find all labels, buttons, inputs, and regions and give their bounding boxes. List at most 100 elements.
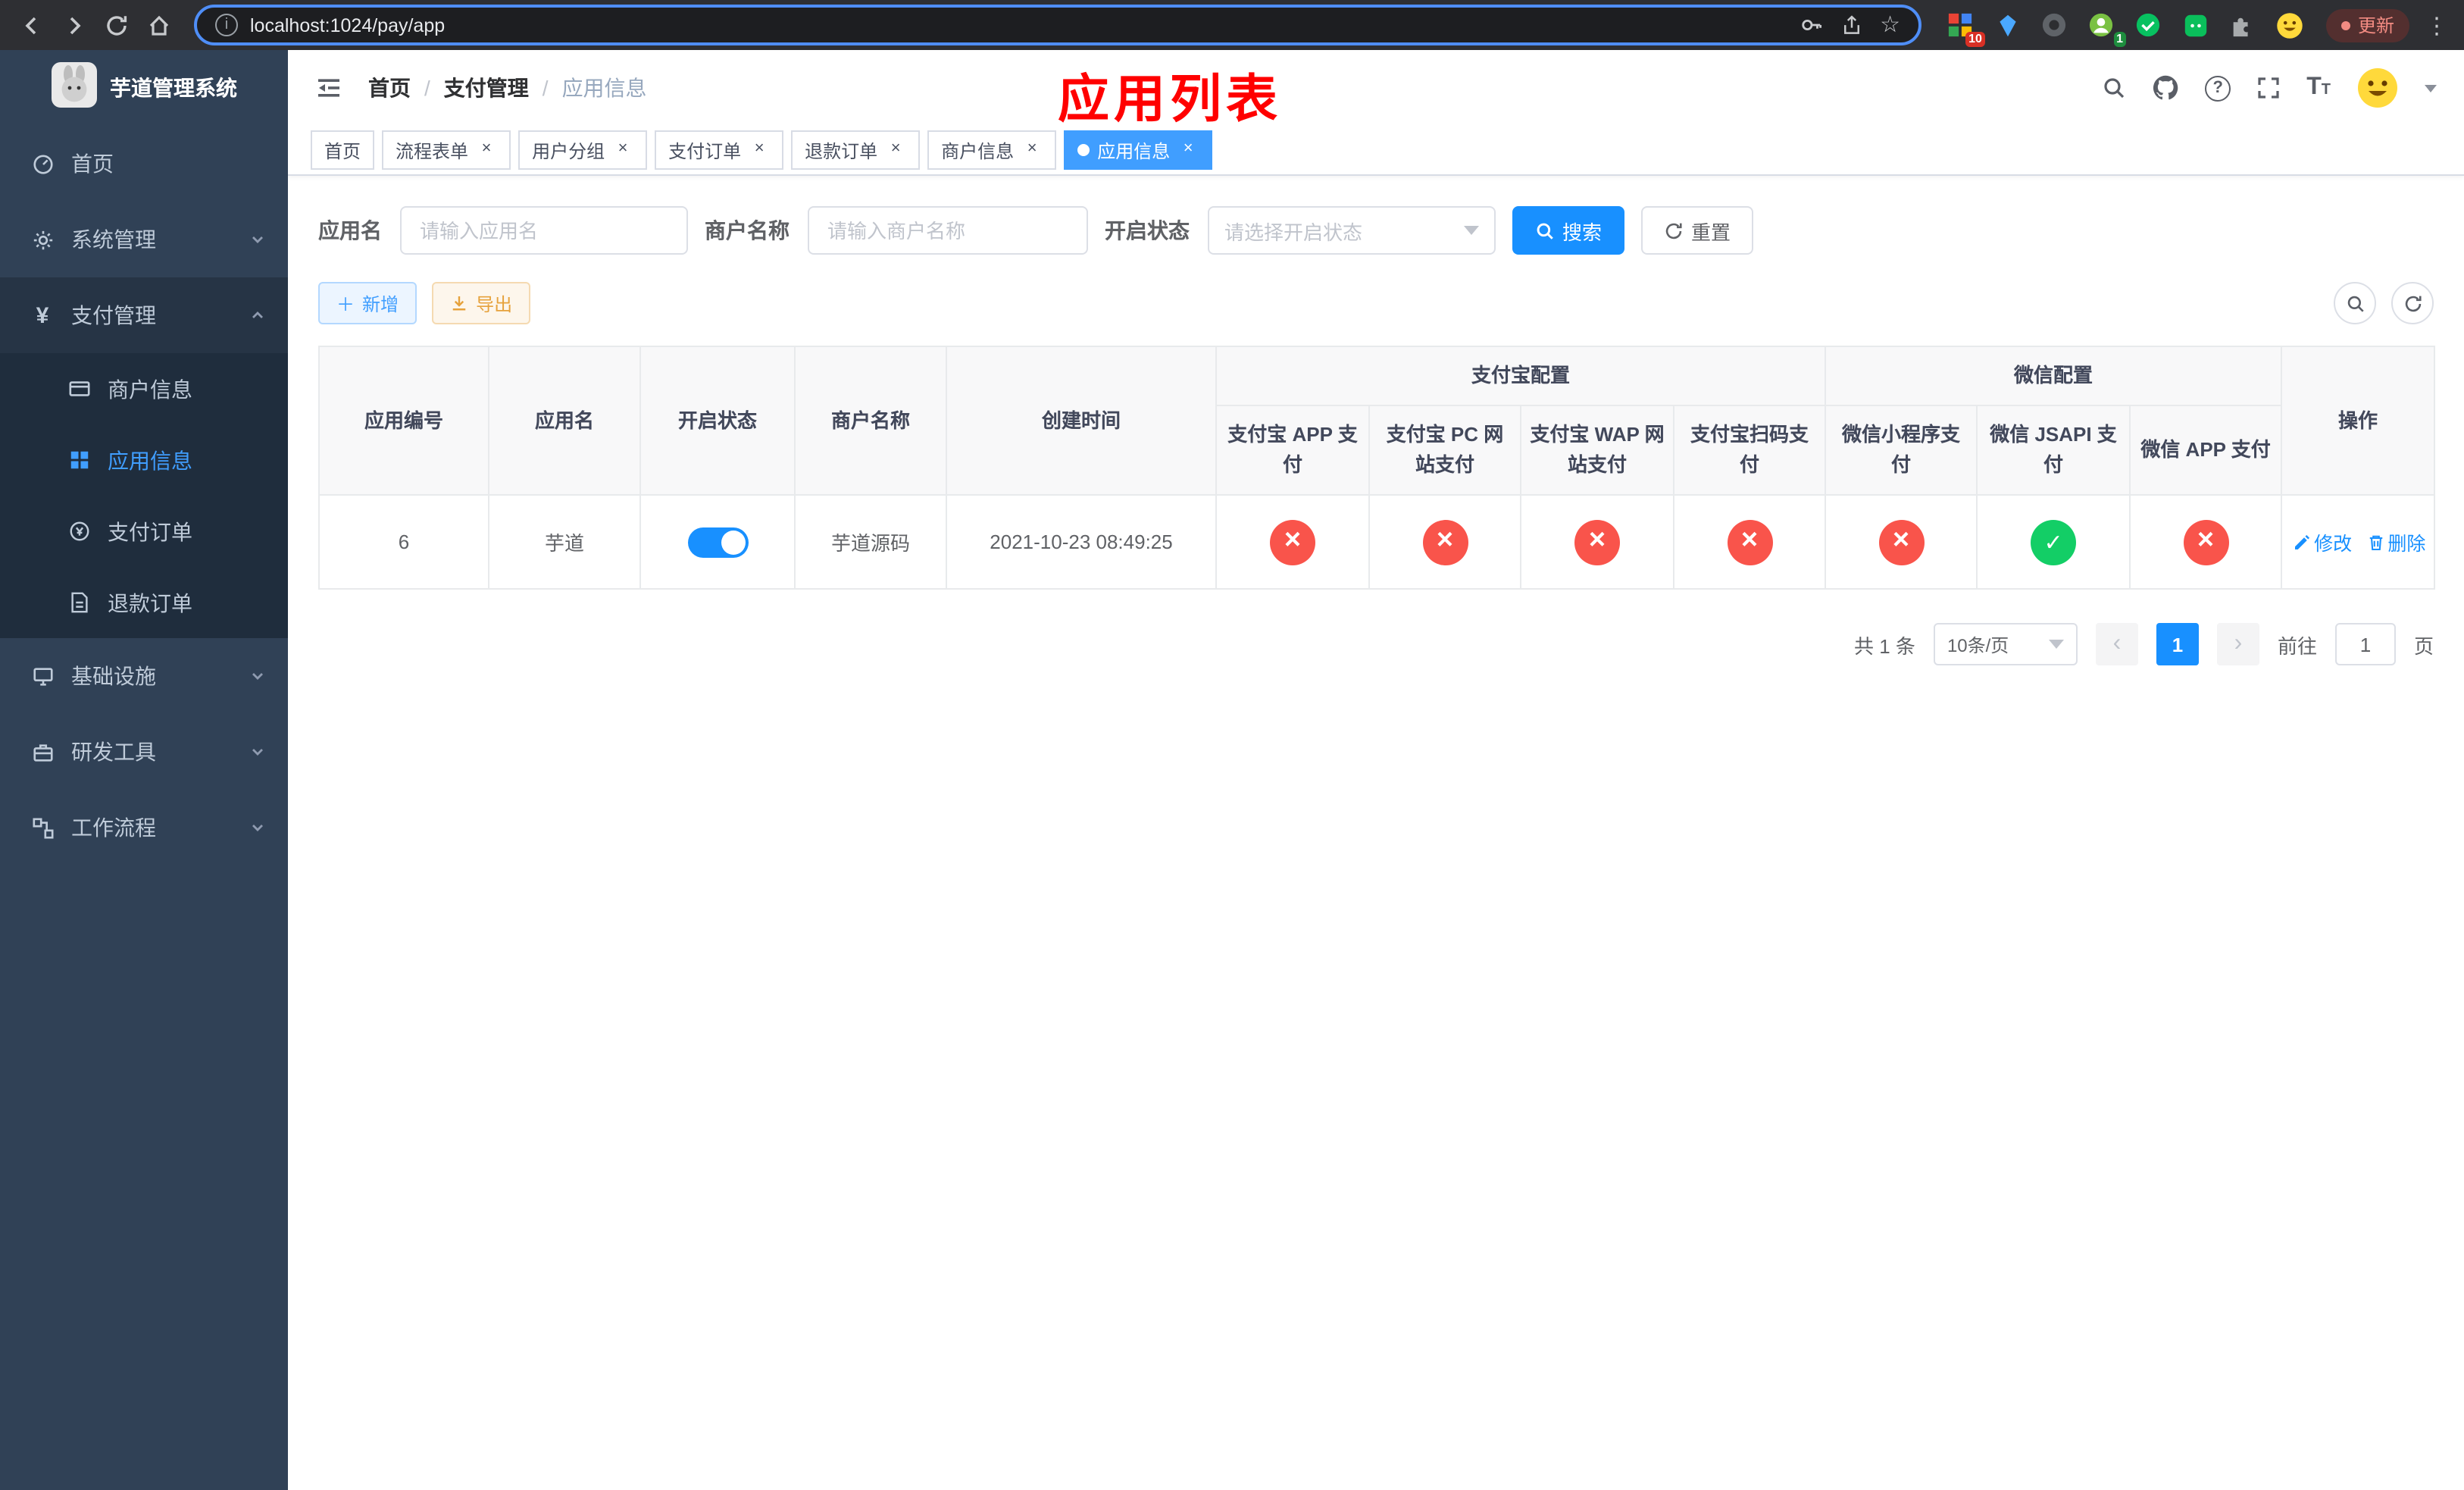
order-icon (67, 520, 91, 543)
ext-grid-icon[interactable]: 10 (1943, 7, 1985, 46)
col-header-wechat-mini: 微信小程序支付 (1825, 405, 1978, 496)
page-size-select[interactable]: 10条/页 (1933, 623, 2078, 665)
chevron-down-icon (249, 667, 267, 685)
tab-refund-orders[interactable]: 退款订单 × (791, 130, 921, 170)
address-bar[interactable]: i localhost:1024/pay/app ☆ (194, 5, 1921, 45)
tab-pay-orders[interactable]: 支付订单 × (655, 130, 784, 170)
user-avatar[interactable] (2356, 67, 2399, 109)
breadcrumb-home[interactable]: 首页 (368, 73, 411, 103)
password-key-icon[interactable] (1800, 14, 1822, 36)
chevron-down-icon (2048, 640, 2064, 649)
app-logo[interactable]: 芋道管理系统 (0, 50, 288, 126)
breadcrumb: 首页 / 支付管理 / 应用信息 (368, 73, 647, 103)
app-name-label: 应用名 (318, 218, 382, 243)
sidebar-item-workflow[interactable]: 工作流程 (0, 790, 288, 866)
chevron-down-icon (249, 743, 267, 761)
profile-avatar-icon[interactable] (2272, 7, 2308, 43)
bookmark-star-icon[interactable]: ☆ (1880, 14, 1900, 36)
forward-icon[interactable] (55, 5, 94, 45)
sidebar-item-pay-orders[interactable]: 支付订单 (0, 496, 288, 567)
tab-merchant-info[interactable]: 商户信息 × (927, 130, 1057, 170)
col-header-app-name: 应用名 (488, 346, 641, 496)
plus-icon: ＋ (336, 293, 355, 315)
alipay-wap-status-icon (1574, 519, 1620, 565)
update-button[interactable]: 更新 (2325, 8, 2409, 42)
col-header-alipay-pc: 支付宝 PC 网站支付 (1368, 405, 1521, 496)
sidebar-item-label: 首页 (71, 152, 114, 176)
table-toolbar: ＋ 新增 导出 (318, 282, 2434, 324)
search-icon[interactable] (2102, 76, 2126, 100)
ext-chat-icon[interactable] (2178, 7, 2214, 43)
toggle-search-button[interactable] (2334, 282, 2376, 324)
workflow-icon (30, 816, 55, 839)
ext-badge: 1 (2113, 31, 2126, 46)
browser-menu-icon[interactable]: ⋮ (2422, 11, 2452, 39)
sidebar-item-system[interactable]: 系统管理 (0, 202, 288, 277)
grid-icon (67, 449, 91, 471)
sidebar-item-payment[interactable]: ¥ 支付管理 (0, 277, 288, 353)
sidebar-item-dev-tools[interactable]: 研发工具 (0, 714, 288, 790)
puzzle-icon[interactable] (2225, 7, 2261, 43)
github-icon[interactable] (2152, 74, 2179, 102)
chevron-down-icon[interactable] (2425, 84, 2437, 92)
yen-icon: ¥ (36, 302, 49, 328)
sidebar-item-label: 系统管理 (71, 227, 156, 252)
tab-user-group[interactable]: 用户分组 × (518, 130, 648, 170)
export-button[interactable]: 导出 (432, 282, 531, 324)
filter-form: 应用名 商户名称 开启状态 请选择开启状态 搜索 (318, 206, 2434, 255)
navbar-actions: ? TT (2102, 67, 2437, 109)
alipay-pc-status-icon (1422, 519, 1468, 565)
edit-link[interactable]: 修改 (2293, 527, 2352, 556)
refresh-button[interactable] (2391, 282, 2434, 324)
sidebar-item-home[interactable]: 首页 (0, 126, 288, 202)
close-icon[interactable]: × (476, 139, 497, 161)
goto-label: 前往 (2277, 634, 2317, 657)
sidebar-item-refund-orders[interactable]: 退款订单 (0, 567, 288, 638)
close-icon[interactable]: × (612, 139, 633, 161)
col-header-status: 开启状态 (639, 346, 796, 496)
tab-label: 支付订单 (668, 140, 742, 161)
col-header-action: 操作 (2281, 346, 2436, 496)
site-info-icon[interactable]: i (215, 14, 238, 36)
reset-button[interactable]: 重置 (1641, 206, 1754, 255)
close-icon[interactable]: × (749, 139, 770, 161)
prev-page-button[interactable]: ‹ (2095, 623, 2138, 665)
ext-avatar-icon[interactable]: 1 (2084, 7, 2126, 46)
font-size-icon[interactable]: TT (2306, 75, 2331, 100)
reload-icon[interactable] (97, 5, 136, 45)
back-icon[interactable] (12, 5, 52, 45)
extensions-area: 10 1 (1943, 7, 2308, 46)
alipay-scan-status-icon (1727, 519, 1772, 565)
status-toggle[interactable] (687, 527, 748, 557)
home-icon[interactable] (139, 5, 179, 45)
fullscreen-icon[interactable] (2256, 76, 2281, 100)
delete-link[interactable]: 删除 (2366, 527, 2425, 556)
share-icon[interactable] (1840, 14, 1862, 36)
close-icon[interactable]: × (885, 139, 906, 161)
status-select[interactable]: 请选择开启状态 (1208, 206, 1496, 255)
ext-dark-circle-icon[interactable] (2037, 7, 2073, 43)
app-name-input[interactable] (400, 206, 688, 255)
tab-process-form[interactable]: 流程表单 × (382, 130, 511, 170)
next-page-button[interactable]: › (2216, 623, 2259, 665)
sidebar-item-infrastructure[interactable]: 基础设施 (0, 638, 288, 714)
tab-label: 商户信息 (941, 140, 1015, 161)
sidebar-item-merchant-info[interactable]: 商户信息 (0, 353, 288, 424)
ext-gem-icon[interactable] (1990, 7, 2026, 43)
breadcrumb-payment[interactable]: 支付管理 (444, 73, 529, 103)
sidebar-toggle-icon[interactable] (315, 74, 342, 102)
help-icon[interactable]: ? (2205, 75, 2231, 101)
search-button[interactable]: 搜索 (1512, 206, 1625, 255)
close-icon[interactable]: × (1177, 139, 1199, 161)
tab-home[interactable]: 首页 (311, 130, 375, 170)
pagination: 共 1 条 10条/页 ‹ 1 › 前往 页 (318, 623, 2434, 665)
page-number-button[interactable]: 1 (2156, 623, 2199, 665)
reset-button-label: 重置 (1691, 221, 1731, 243)
sidebar-item-app-info[interactable]: 应用信息 (0, 424, 288, 496)
merchant-name-input[interactable] (808, 206, 1088, 255)
add-button[interactable]: ＋ 新增 (318, 282, 417, 324)
close-icon[interactable]: × (1021, 139, 1043, 161)
tab-app-info[interactable]: 应用信息 × (1064, 130, 1213, 170)
goto-page-input[interactable] (2334, 623, 2396, 665)
ext-green-circle-icon[interactable] (2131, 7, 2167, 43)
